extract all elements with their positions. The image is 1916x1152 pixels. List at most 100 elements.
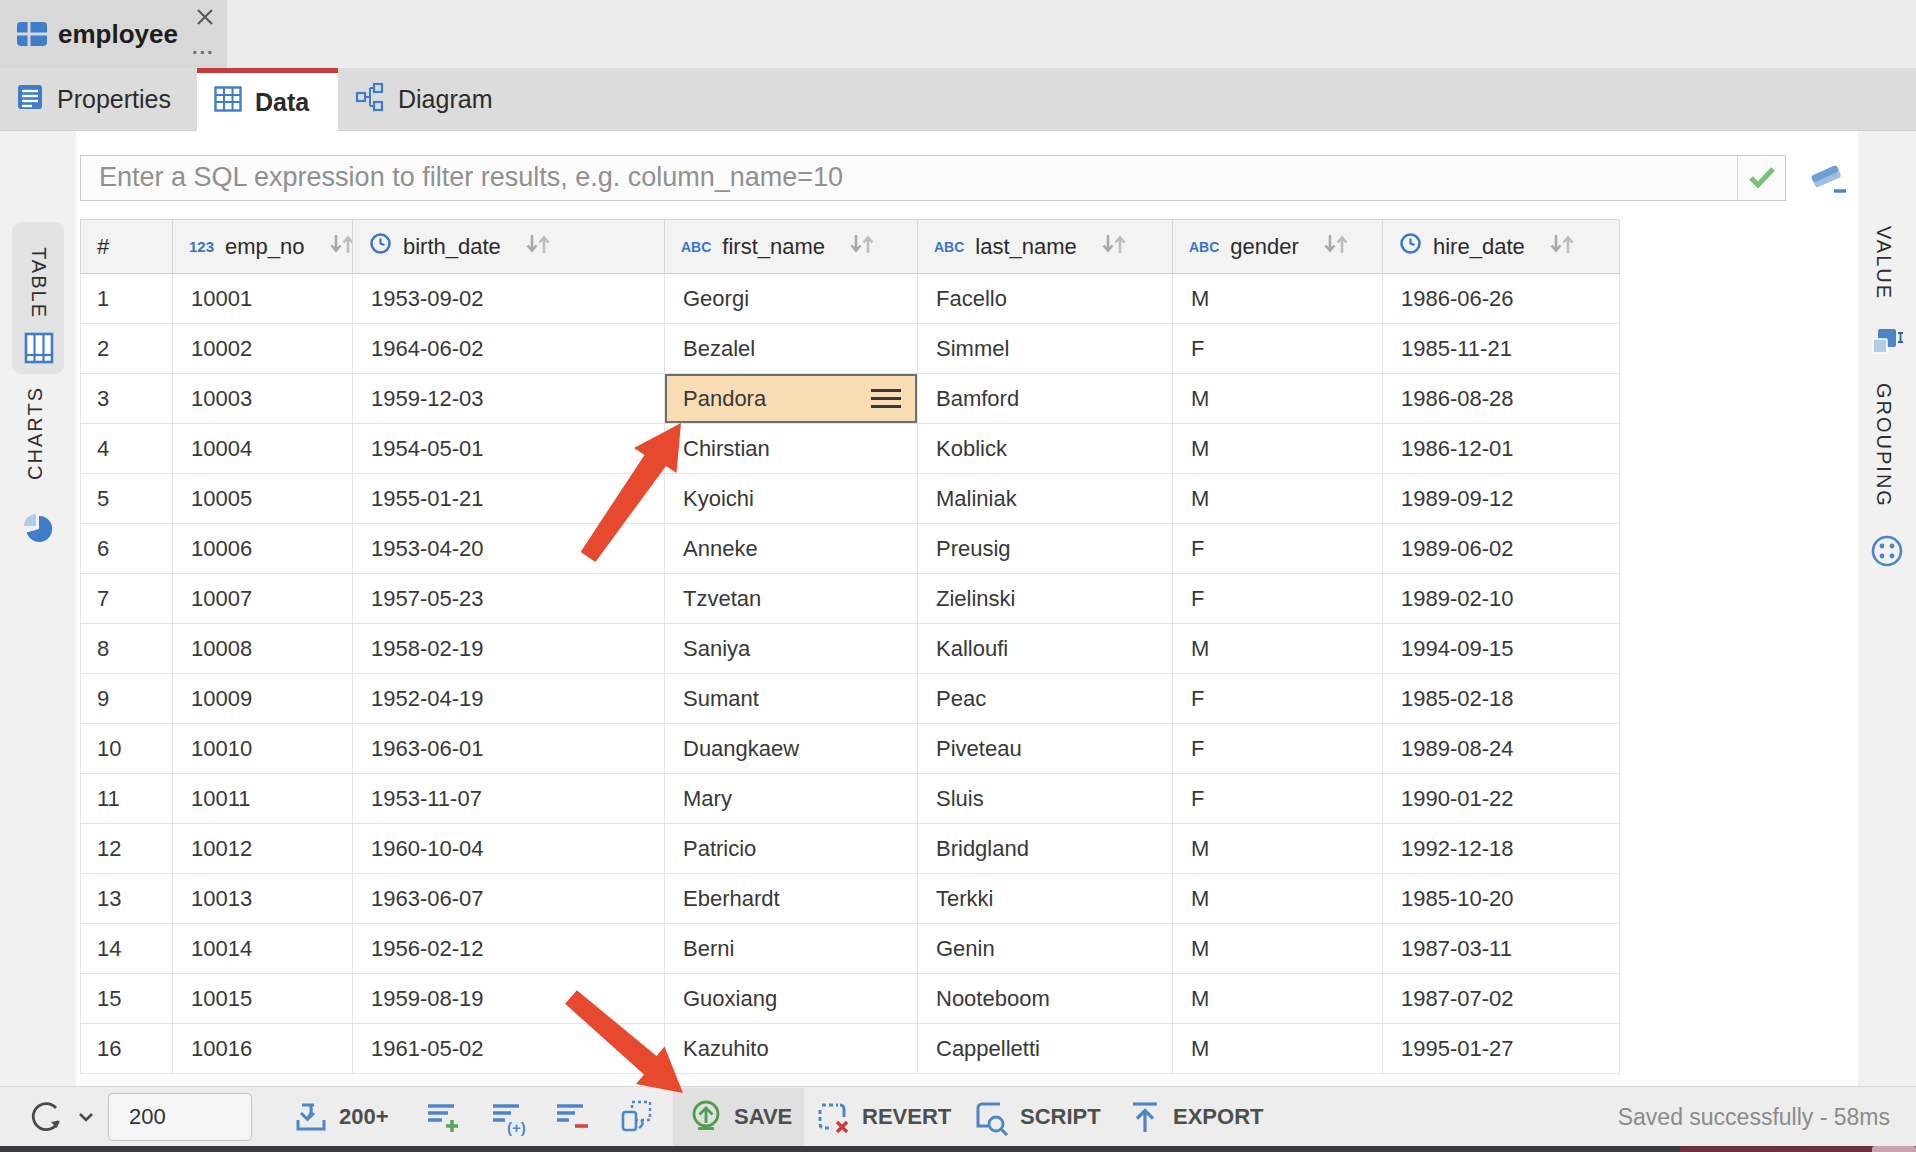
grid-cell[interactable]: F bbox=[1173, 674, 1383, 724]
grid-cell[interactable]: Koblick bbox=[918, 424, 1173, 474]
grid-cell[interactable]: Patricio bbox=[665, 824, 918, 874]
panel-table-button[interactable]: TABLE bbox=[12, 222, 64, 374]
grid-cell[interactable]: 10005 bbox=[173, 474, 353, 524]
grid-cell[interactable]: M bbox=[1173, 874, 1383, 924]
grid-cell[interactable]: F bbox=[1173, 574, 1383, 624]
pie-chart-icon[interactable] bbox=[23, 513, 53, 547]
grid-cell[interactable]: 10013 bbox=[173, 874, 353, 924]
export-button[interactable]: EXPORT bbox=[1127, 1087, 1263, 1147]
grid-cell[interactable]: 1986-06-26 bbox=[1383, 274, 1620, 324]
grid-cell[interactable]: 10007 bbox=[173, 574, 353, 624]
column-header-rownum[interactable]: # bbox=[81, 220, 173, 274]
row-number[interactable]: 16 bbox=[81, 1024, 173, 1074]
grid-cell[interactable]: 10011 bbox=[173, 774, 353, 824]
grid-cell[interactable]: 10010 bbox=[173, 724, 353, 774]
grid-cell[interactable]: 1959-08-19 bbox=[353, 974, 665, 1024]
row-number[interactable]: 7 bbox=[81, 574, 173, 624]
sort-icon[interactable] bbox=[847, 232, 877, 262]
sort-icon[interactable] bbox=[1099, 232, 1129, 262]
grid-cell[interactable]: M bbox=[1173, 374, 1383, 424]
cell-menu-icon[interactable] bbox=[871, 389, 901, 408]
grid-cell[interactable]: 10002 bbox=[173, 324, 353, 374]
grid-cell[interactable]: Terkki bbox=[918, 874, 1173, 924]
grid-cell[interactable]: Kalloufi bbox=[918, 624, 1173, 674]
copy-row-button[interactable]: (+) bbox=[489, 1087, 529, 1147]
grid-cell[interactable]: 1986-12-01 bbox=[1383, 424, 1620, 474]
grid-cell[interactable]: 1955-01-21 bbox=[353, 474, 665, 524]
row-limit-input[interactable] bbox=[108, 1093, 252, 1141]
fetch-next-button[interactable]: 200+ bbox=[292, 1087, 389, 1147]
tab-overflow-icon[interactable]: ... bbox=[192, 36, 215, 59]
grid-cell[interactable]: Anneke bbox=[665, 524, 918, 574]
grid-cell[interactable]: M bbox=[1173, 624, 1383, 674]
grid-cell[interactable]: Sluis bbox=[918, 774, 1173, 824]
grid-cell[interactable]: 1985-02-18 bbox=[1383, 674, 1620, 724]
tab-diagram[interactable]: Diagram bbox=[338, 68, 528, 131]
grid-cell[interactable]: 1964-06-02 bbox=[353, 324, 665, 374]
refresh-button[interactable] bbox=[24, 1087, 96, 1147]
tab-employee[interactable]: employee ... bbox=[0, 0, 227, 68]
row-number[interactable]: 3 bbox=[81, 374, 173, 424]
grid-cell[interactable]: 1989-09-12 bbox=[1383, 474, 1620, 524]
grid-cell[interactable]: Chirstian bbox=[665, 424, 918, 474]
grid-cell[interactable]: 10016 bbox=[173, 1024, 353, 1074]
sort-icon[interactable] bbox=[1547, 232, 1577, 262]
row-number[interactable]: 9 bbox=[81, 674, 173, 724]
grid-cell[interactable]: Eberhardt bbox=[665, 874, 918, 924]
grid-cell[interactable]: Kazuhito bbox=[665, 1024, 918, 1074]
script-button[interactable]: SCRIPT bbox=[970, 1087, 1101, 1147]
grid-cell[interactable]: 1992-12-18 bbox=[1383, 824, 1620, 874]
grid-cell[interactable]: 1963-06-07 bbox=[353, 874, 665, 924]
sort-icon[interactable] bbox=[327, 232, 353, 262]
grid-cell[interactable]: 1985-10-20 bbox=[1383, 874, 1620, 924]
grid-cell[interactable]: 1989-06-02 bbox=[1383, 524, 1620, 574]
sql-filter-input[interactable]: Enter a SQL expression to filter results… bbox=[80, 155, 1786, 201]
grid-cell[interactable]: 1987-03-11 bbox=[1383, 924, 1620, 974]
row-number[interactable]: 5 bbox=[81, 474, 173, 524]
column-header-first_name[interactable]: ABCfirst_name bbox=[665, 220, 918, 274]
grid-cell[interactable]: 10014 bbox=[173, 924, 353, 974]
grid-cell[interactable]: M bbox=[1173, 924, 1383, 974]
column-header-last_name[interactable]: ABClast_name bbox=[918, 220, 1173, 274]
grid-cell[interactable]: 1960-10-04 bbox=[353, 824, 665, 874]
row-number[interactable]: 8 bbox=[81, 624, 173, 674]
grid-cell[interactable]: Genin bbox=[918, 924, 1173, 974]
grid-cell[interactable]: 10004 bbox=[173, 424, 353, 474]
revert-button[interactable]: REVERT bbox=[814, 1087, 951, 1147]
grid-cell[interactable]: Bamford bbox=[918, 374, 1173, 424]
grid-cell[interactable]: 1994-09-15 bbox=[1383, 624, 1620, 674]
grid-cell[interactable]: 10009 bbox=[173, 674, 353, 724]
grid-cell[interactable]: 1987-07-02 bbox=[1383, 974, 1620, 1024]
grid-cell[interactable]: Maliniak bbox=[918, 474, 1173, 524]
grid-cell[interactable]: 1989-08-24 bbox=[1383, 724, 1620, 774]
clear-filter-icon[interactable] bbox=[1806, 158, 1850, 202]
grid-cell[interactable]: 10008 bbox=[173, 624, 353, 674]
row-number[interactable]: 4 bbox=[81, 424, 173, 474]
grid-cell[interactable]: 10006 bbox=[173, 524, 353, 574]
grid-cell[interactable]: 1986-08-28 bbox=[1383, 374, 1620, 424]
sort-icon[interactable] bbox=[1321, 232, 1351, 262]
grid-cell[interactable]: Simmel bbox=[918, 324, 1173, 374]
panel-grouping-label[interactable]: GROUPING bbox=[1872, 383, 1895, 517]
column-header-hire_date[interactable]: hire_date bbox=[1383, 220, 1620, 274]
grid-cell[interactable]: M bbox=[1173, 274, 1383, 324]
grid-cell[interactable]: M bbox=[1173, 974, 1383, 1024]
row-number[interactable]: 15 bbox=[81, 974, 173, 1024]
panel-charts-label[interactable]: CHARTS bbox=[24, 386, 47, 501]
value-viewer-icon[interactable] bbox=[1870, 327, 1904, 363]
grid-cell[interactable]: 1990-01-22 bbox=[1383, 774, 1620, 824]
grid-cell[interactable]: Preusig bbox=[918, 524, 1173, 574]
selected-cell[interactable]: Pandora bbox=[665, 374, 918, 424]
row-number[interactable]: 2 bbox=[81, 324, 173, 374]
grid-cell[interactable]: M bbox=[1173, 824, 1383, 874]
grid-cell[interactable]: F bbox=[1173, 724, 1383, 774]
panel-value-label[interactable]: VALUE bbox=[1872, 226, 1895, 322]
grid-cell[interactable]: Tzvetan bbox=[665, 574, 918, 624]
grid-cell[interactable]: 1959-12-03 bbox=[353, 374, 665, 424]
grid-cell[interactable]: M bbox=[1173, 1024, 1383, 1074]
grid-cell[interactable]: F bbox=[1173, 524, 1383, 574]
grid-cell[interactable]: Bridgland bbox=[918, 824, 1173, 874]
grid-cell[interactable]: Berni bbox=[665, 924, 918, 974]
grid-cell[interactable]: 10001 bbox=[173, 274, 353, 324]
grid-cell[interactable]: 1953-11-07 bbox=[353, 774, 665, 824]
